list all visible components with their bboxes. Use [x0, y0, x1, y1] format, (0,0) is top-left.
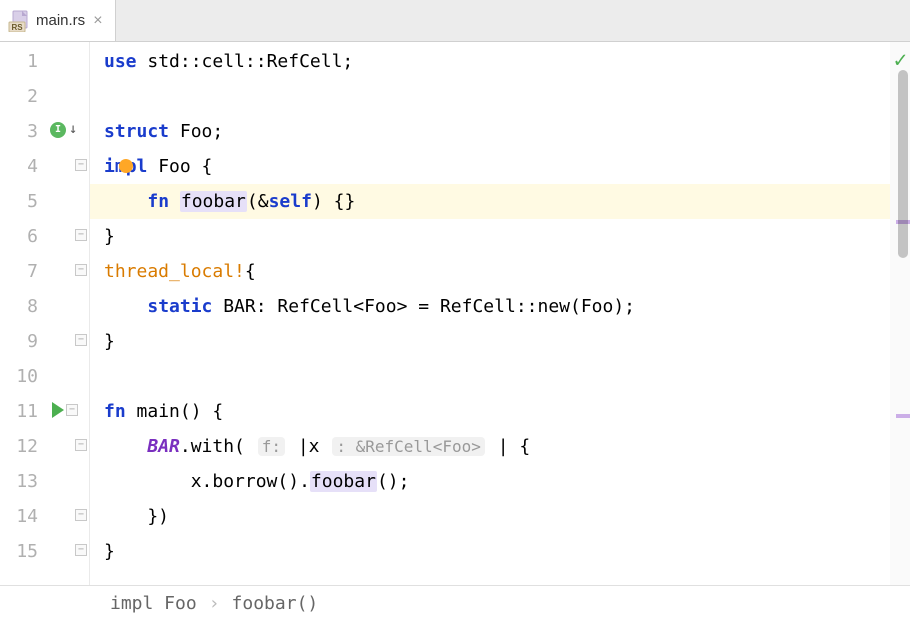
gutter-row: −	[46, 322, 89, 357]
breadcrumb-item[interactable]: impl Foo	[110, 593, 197, 614]
gutter-row: −	[46, 427, 89, 462]
arrow-down-icon: ↓	[69, 112, 77, 147]
line-number: 11	[0, 394, 46, 429]
code-line[interactable]: struct Foo;	[90, 114, 890, 149]
code-line[interactable]: fn foobar(&self) {}	[90, 184, 890, 219]
gutter-row: −	[46, 497, 89, 532]
line-number: 9	[0, 324, 46, 359]
tab-bar: RS main.rs ×	[0, 0, 910, 42]
gutter-row: −	[46, 532, 89, 567]
fold-collapse-icon[interactable]: −	[75, 439, 87, 451]
code-line[interactable]: fn main() {	[90, 394, 890, 429]
line-number: 6	[0, 219, 46, 254]
svg-text:RS: RS	[11, 23, 23, 32]
rust-file-icon: RS	[8, 10, 30, 32]
fold-end-icon[interactable]: −	[75, 509, 87, 521]
identifier-highlight: foobar	[310, 471, 377, 492]
icon-gutter: I↓ − − − − − − − −	[46, 42, 90, 585]
line-number-gutter: 123456789101112131415	[0, 42, 46, 585]
code-line[interactable]: x.borrow().foobar();	[90, 464, 890, 499]
breadcrumb-item[interactable]: foobar()	[232, 593, 319, 614]
code-line[interactable]: }	[90, 324, 890, 359]
run-icon[interactable]	[52, 402, 64, 418]
caret-indicator-icon	[119, 159, 133, 173]
code-line[interactable]	[90, 359, 890, 394]
gutter-row: −	[46, 252, 89, 287]
line-number: 7	[0, 254, 46, 289]
code-line[interactable]: impl Foo {	[90, 149, 890, 184]
fold-collapse-icon[interactable]: −	[75, 159, 87, 171]
line-number: 13	[0, 464, 46, 499]
fold-end-icon[interactable]: −	[75, 229, 87, 241]
line-number: 15	[0, 534, 46, 569]
code-area[interactable]: use std::cell::RefCell;struct Foo;impl F…	[90, 42, 890, 585]
gutter-row: −	[46, 147, 89, 182]
line-number: 4	[0, 149, 46, 184]
code-line[interactable]: thread_local!{	[90, 254, 890, 289]
line-number: 5	[0, 184, 46, 219]
code-line[interactable]	[90, 79, 890, 114]
error-stripe[interactable]: ✓	[890, 42, 910, 585]
line-number: 8	[0, 289, 46, 324]
code-line[interactable]: }	[90, 534, 890, 569]
identifier-highlight: foobar	[180, 191, 247, 212]
code-line[interactable]: })	[90, 499, 890, 534]
line-number: 3	[0, 114, 46, 149]
inlay-hint: f:	[258, 437, 285, 456]
code-line[interactable]: }	[90, 219, 890, 254]
code-line[interactable]: BAR.with( f: |x : &RefCell<Foo> | {	[90, 429, 890, 464]
fold-collapse-icon[interactable]: −	[75, 264, 87, 276]
fold-collapse-icon[interactable]: −	[66, 404, 78, 416]
stripe-mark[interactable]	[896, 414, 910, 418]
inspection-ok-icon: ✓	[894, 48, 907, 73]
code-line[interactable]: use std::cell::RefCell;	[90, 44, 890, 79]
chevron-right-icon: ›	[209, 593, 220, 614]
breadcrumb: impl Foo › foobar()	[0, 585, 910, 620]
gutter-row	[46, 77, 89, 112]
line-number: 10	[0, 359, 46, 394]
gutter-row: −	[46, 217, 89, 252]
gutter-row	[46, 287, 89, 322]
gutter-row	[46, 182, 89, 217]
close-icon[interactable]: ×	[91, 12, 104, 30]
gutter-row: −	[46, 392, 89, 427]
scrollbar-thumb[interactable]	[898, 70, 908, 258]
implements-icon[interactable]: I	[50, 122, 66, 138]
tab-filename: main.rs	[36, 12, 85, 29]
line-number: 1	[0, 44, 46, 79]
line-number: 2	[0, 79, 46, 114]
code-line[interactable]: static BAR: RefCell<Foo> = RefCell::new(…	[90, 289, 890, 324]
gutter-row	[46, 462, 89, 497]
gutter-row	[46, 357, 89, 392]
gutter-row: I↓	[46, 112, 89, 147]
gutter-row	[46, 42, 89, 77]
editor-tab[interactable]: RS main.rs ×	[0, 0, 116, 41]
editor: 123456789101112131415 I↓−−−−−−−− use std…	[0, 42, 910, 585]
fold-end-icon[interactable]: −	[75, 334, 87, 346]
line-number: 14	[0, 499, 46, 534]
fold-end-icon[interactable]: −	[75, 544, 87, 556]
inlay-hint: : &RefCell<Foo>	[332, 437, 485, 456]
line-number: 12	[0, 429, 46, 464]
